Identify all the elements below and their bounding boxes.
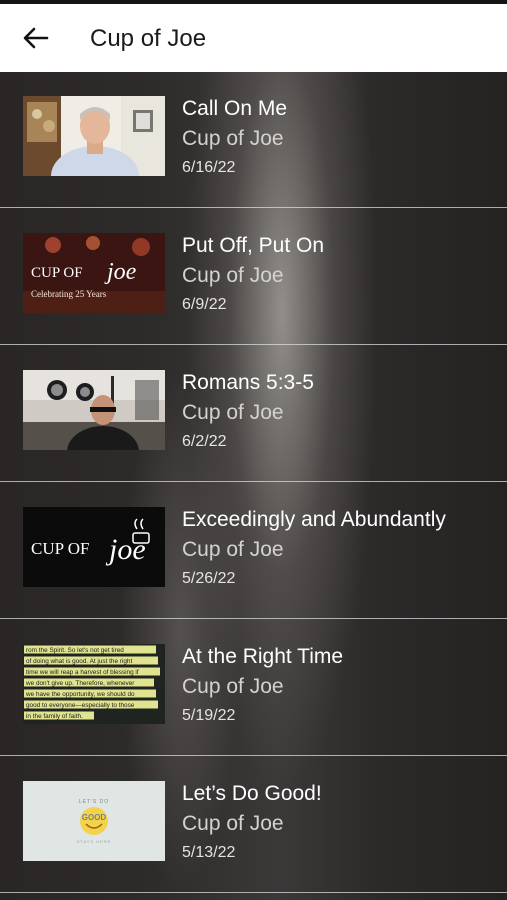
episode-item[interactable]: CUP OF joe Celebrating 25 Years Put Off,… — [0, 209, 507, 345]
episode-title: Let’s Do Good! — [182, 782, 322, 805]
episode-thumbnail: LET'S DO GOOD STAYS HERE — [23, 781, 165, 861]
page-title: Cup of Joe — [90, 25, 207, 52]
episode-item[interactable]: Romans 5:3-5 Cup of Joe 6/2/22 — [0, 346, 507, 482]
episode-thumbnail: rom the Spirit. So let's not get tired o… — [23, 644, 165, 724]
scripture-line: good to everyone—especially to those — [26, 702, 135, 709]
scripture-line: we don't give up. Therefore, whenever — [25, 680, 135, 687]
episode-list[interactable]: Call On Me Cup of Joe 6/16/22 CUP OF joe… — [0, 72, 507, 900]
scripture-line: of doing what is good. At just the right — [26, 658, 132, 665]
episode-date: 6/2/22 — [182, 433, 227, 450]
episode-title: Put Off, Put On — [182, 234, 325, 257]
app-header: Cup of Joe — [0, 4, 507, 72]
video-still-image — [23, 96, 165, 176]
episode-thumbnail: CUP OF joe Celebrating 25 Years — [23, 233, 165, 313]
video-still-image — [23, 370, 165, 450]
logo-tagline: Celebrating 25 Years — [31, 289, 107, 299]
episode-item[interactable]: rom the Spirit. So let's not get tired o… — [0, 620, 507, 756]
episode-title: Romans 5:3-5 — [182, 371, 314, 394]
episode-show: Cup of Joe — [182, 264, 284, 287]
episode-show: Cup of Joe — [182, 812, 284, 835]
scripture-line: we have the opportunity, we should do — [25, 691, 135, 698]
back-button[interactable] — [14, 16, 58, 60]
logo-text-good: GOOD — [82, 813, 107, 822]
logo-text-lets-do: LET'S DO — [79, 799, 109, 805]
logo-text-joe: joe — [104, 259, 137, 285]
episode-show: Cup of Joe — [182, 127, 284, 150]
episode-date: 5/13/22 — [182, 844, 236, 861]
lets-do-good-image: LET'S DO GOOD STAYS HERE — [23, 781, 165, 861]
cup-of-joe-logo-image: CUP OF joe — [23, 507, 165, 587]
logo-text-joe: joe — [105, 533, 146, 566]
highlighted-scripture-image: rom the Spirit. So let's not get tired o… — [23, 644, 165, 724]
scripture-line: in the family of faith. — [26, 713, 83, 720]
scripture-line: time we will reap a harvest of blessing … — [26, 669, 139, 676]
episode-date: 5/19/22 — [182, 707, 236, 724]
arrow-left-icon — [23, 27, 49, 49]
episode-show: Cup of Joe — [182, 675, 284, 698]
cup-of-joe-anniversary-image: CUP OF joe Celebrating 25 Years — [23, 233, 165, 313]
scripture-line: rom the Spirit. So let's not get tired — [26, 647, 124, 654]
episode-item[interactable]: CUP OF joe Exceedingly and Abundantly Cu… — [0, 483, 507, 619]
episode-item[interactable]: LET'S DO GOOD STAYS HERE Let’s Do Good! … — [0, 757, 507, 893]
episode-show: Cup of Joe — [182, 401, 284, 424]
episode-title: Call On Me — [182, 97, 288, 120]
logo-text-cup-of: CUP OF — [31, 265, 83, 281]
episode-title: At the Right Time — [182, 645, 344, 668]
episode-date: 6/16/22 — [182, 159, 236, 176]
episode-thumbnail — [23, 96, 165, 176]
episode-title: Exceedingly and Abundantly — [182, 508, 446, 531]
episode-thumbnail — [23, 370, 165, 450]
episode-date: 6/9/22 — [182, 296, 227, 313]
logo-text-cup-of: CUP OF — [31, 539, 89, 558]
episode-item[interactable]: Call On Me Cup of Joe 6/16/22 — [0, 72, 507, 208]
episode-date: 5/26/22 — [182, 570, 236, 587]
logo-text-bottom: STAYS HERE — [77, 839, 112, 844]
episode-show: Cup of Joe — [182, 538, 284, 561]
episode-thumbnail: CUP OF joe — [23, 507, 165, 587]
